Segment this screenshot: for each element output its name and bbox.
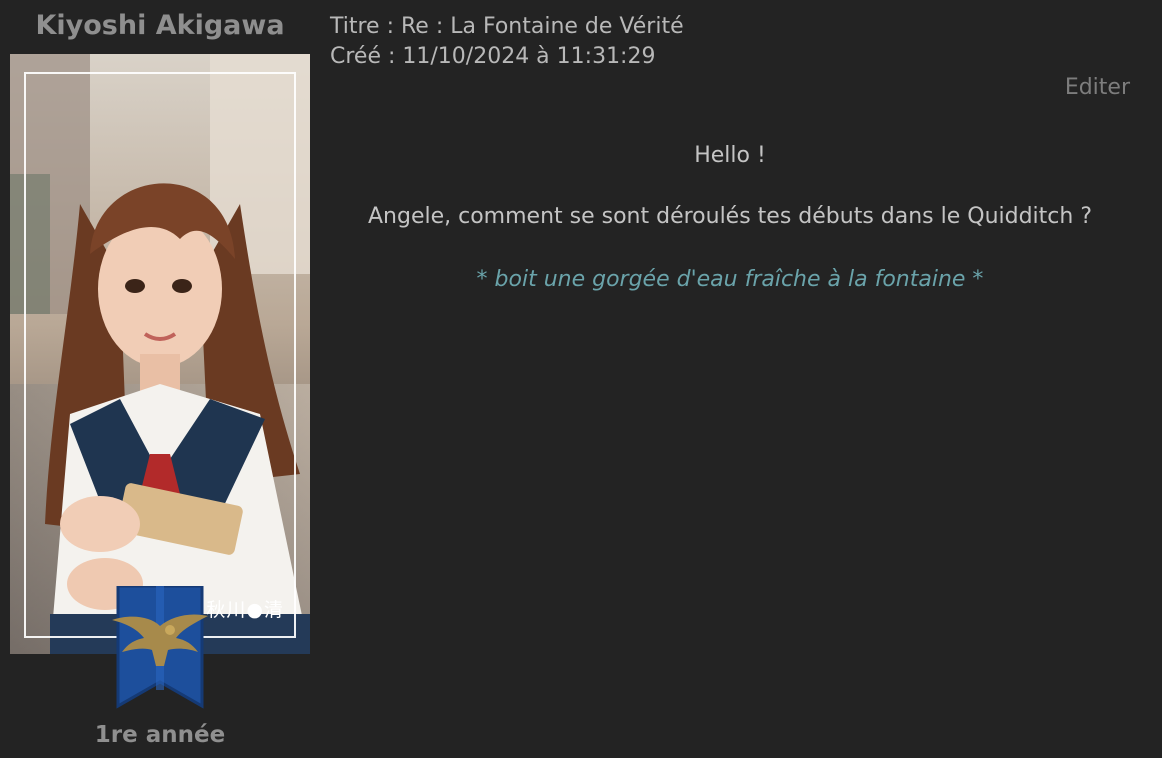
post-title: Titre : Re : La Fontaine de Vérité: [330, 14, 684, 39]
edit-button[interactable]: Editer: [1065, 75, 1130, 100]
forum-post: Kiyoshi Akigawa 秋川●清 1re année Titre: R…: [0, 0, 1162, 758]
house-banner-icon: [110, 584, 210, 710]
post-meta: Titre : Re : La Fontaine de Vérité Créé …: [330, 12, 684, 72]
year-label: 1re année: [94, 722, 226, 748]
message-greeting: Hello !: [694, 143, 766, 168]
author-panel: Kiyoshi Akigawa 秋川●清 1re année: [0, 0, 320, 758]
message-roleplay-action: * boit une gorgée d'eau fraîche à la fon…: [476, 267, 984, 292]
avatar-signature: 秋川●清: [206, 599, 284, 621]
author-name[interactable]: Kiyoshi Akigawa: [10, 10, 310, 41]
avatar-frame: [24, 72, 296, 638]
avatar: 秋川●清: [10, 54, 310, 654]
post-body: Hello ! Angele, comment se sont déroulés…: [330, 140, 1130, 295]
post-created-date: Créé : 11/10/2024 à 11:31:29: [330, 44, 656, 69]
message-question: Angele, comment se sont déroulés tes déb…: [367, 204, 1093, 229]
